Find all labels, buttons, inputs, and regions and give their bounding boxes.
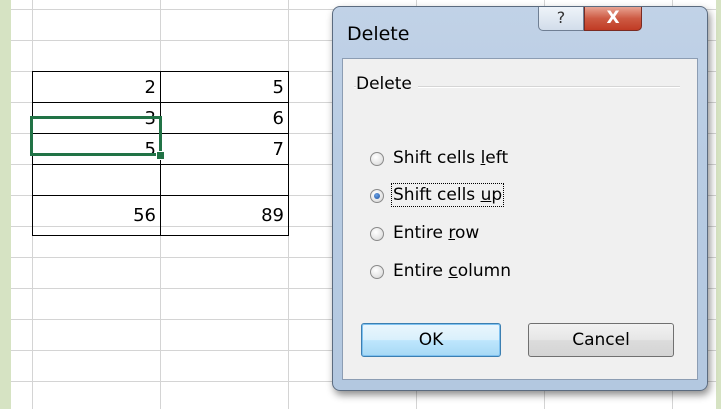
radio-button-selected[interactable] bbox=[370, 189, 384, 203]
radio-button[interactable] bbox=[370, 152, 384, 166]
table-cell[interactable]: 56 bbox=[33, 196, 160, 235]
table-border bbox=[288, 71, 289, 236]
radio-button[interactable] bbox=[370, 265, 384, 279]
option-label[interactable]: Shift cells up bbox=[390, 183, 505, 207]
dialog-body: Delete Shift cells left Shift cells up E… bbox=[342, 58, 698, 380]
table-cell[interactable]: 5 bbox=[161, 72, 288, 103]
close-button[interactable]: X bbox=[584, 7, 642, 31]
cell-selection-border bbox=[30, 116, 162, 156]
group-label: Delete bbox=[356, 74, 418, 94]
option-label[interactable]: Entire row bbox=[393, 223, 479, 243]
cancel-button[interactable]: Cancel bbox=[528, 323, 674, 357]
table-cell[interactable]: 2 bbox=[33, 72, 160, 103]
close-icon: X bbox=[606, 8, 620, 28]
option-label[interactable]: Shift cells left bbox=[393, 148, 508, 168]
table-cell[interactable]: 7 bbox=[161, 134, 288, 165]
table-cell[interactable]: 89 bbox=[161, 196, 288, 235]
ok-button[interactable]: OK bbox=[361, 323, 501, 357]
fill-handle[interactable] bbox=[156, 151, 165, 160]
radio-button[interactable] bbox=[370, 227, 384, 241]
help-icon: ? bbox=[556, 8, 566, 27]
option-label[interactable]: Entire column bbox=[393, 261, 511, 281]
delete-dialog: Delete ? X Delete Shift cells left Shift… bbox=[332, 6, 708, 391]
table-cell[interactable]: 6 bbox=[161, 103, 288, 134]
help-button[interactable]: ? bbox=[538, 7, 584, 31]
dialog-title: Delete bbox=[347, 23, 410, 45]
